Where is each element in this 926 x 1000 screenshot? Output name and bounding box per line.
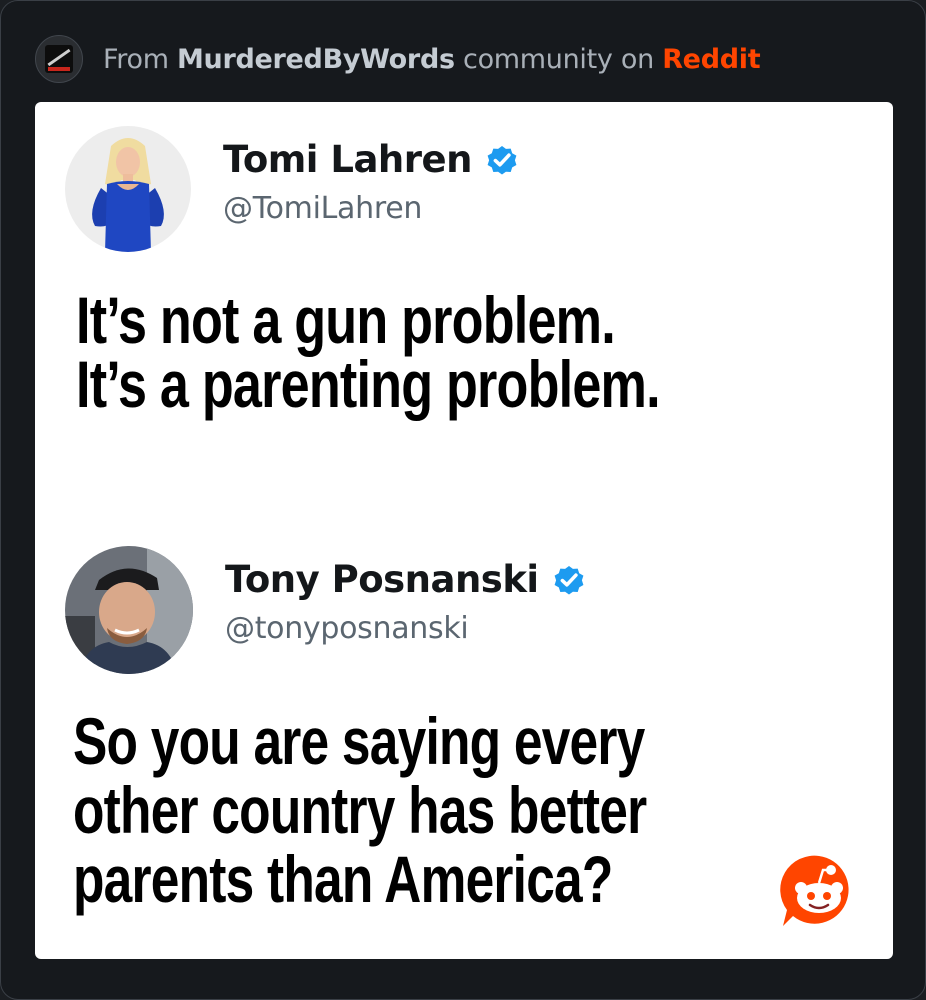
platform-link[interactable]: Reddit <box>662 44 760 75</box>
tweet-text: So you are saying every other country ha… <box>73 704 647 916</box>
source-middle: community on <box>454 43 663 75</box>
avatar <box>65 126 191 252</box>
verified-badge-icon <box>554 565 584 595</box>
source-line: From MurderedByWords community on Reddit <box>103 43 761 75</box>
display-name: Tony Posnanski <box>225 558 539 601</box>
avatar <box>65 546 193 674</box>
tweet-text: It’s not a gun problem. It’s a parenting… <box>76 283 661 421</box>
verified-badge-icon <box>487 145 517 175</box>
tweet-header: Tomi Lahren @TomiLahren <box>65 126 520 252</box>
community-avatar[interactable] <box>35 35 83 83</box>
source-prefix: From <box>103 43 177 75</box>
screenshot-card: Tomi Lahren @TomiLahren It’s not a gun p… <box>35 102 893 959</box>
handle: @TomiLahren <box>223 191 423 226</box>
tweet-header: Tony Posnanski @tonyposnanski <box>65 546 587 674</box>
community-link[interactable]: MurderedByWords <box>177 44 455 75</box>
handle: @tonyposnanski <box>225 611 469 646</box>
post-frame: From MurderedByWords community on Reddit <box>0 0 926 1000</box>
display-name: Tomi Lahren <box>223 138 472 181</box>
reddit-snoo-icon <box>780 855 849 926</box>
post-header: From MurderedByWords community on Reddit <box>35 35 761 83</box>
